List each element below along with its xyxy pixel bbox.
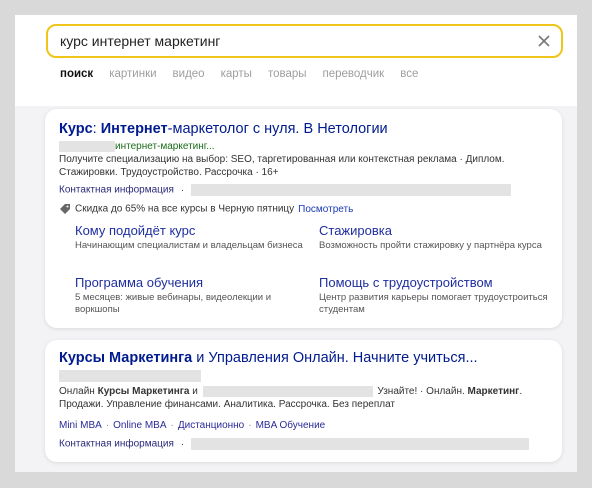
promo-row: Скидка до 65% на все курсы в Черную пятн… [59, 203, 353, 215]
quick-link[interactable]: Mini MBA [59, 420, 102, 431]
url-path: интернет-маркетинг... [115, 141, 215, 153]
tag-icon [60, 204, 70, 214]
contact-info-row: Контактная информация · [59, 184, 511, 196]
result-description: Онлайн Курсы Маркетинга и Узнайте! · Онл… [59, 386, 522, 411]
sitelink-description: Центр развития карьеры помогает трудоуст… [319, 292, 548, 315]
tab-all[interactable]: все [400, 68, 418, 88]
tab-video[interactable]: видео [173, 68, 205, 88]
promo-link[interactable]: Посмотреть [298, 204, 353, 215]
description-line: Стажировки. Трудоустройство. Рассрочка ·… [59, 166, 279, 178]
quick-link[interactable]: Дистанционно [178, 420, 244, 431]
title-bold-part: Интернет [100, 121, 168, 137]
tab-search[interactable]: поиск [60, 68, 93, 88]
sitelink[interactable]: Программа обучения 5 месяцев: живые веби… [75, 275, 305, 315]
sitelink[interactable]: Стажировка Возможность пройти стажировку… [319, 223, 549, 252]
search-query-text[interactable]: курс интернет маркетинг [60, 33, 220, 49]
title-part: -маркетолог с нуля. В Нетологии [167, 121, 388, 137]
result-url[interactable]: интернет-маркетинг... [59, 141, 215, 152]
search-results-page: курс интернет маркетинг поиск картинки в… [15, 15, 577, 472]
description-line: Продажи. Управление финансами. Аналитика… [59, 398, 396, 410]
title-bold-part: Курсы Маркетинга [59, 350, 193, 366]
title-part: : [92, 121, 101, 137]
close-icon[interactable] [535, 32, 553, 50]
search-result-card: Курс: Интернет-маркетолог с нуля. В Нето… [45, 109, 562, 328]
sitelink-title[interactable]: Помощь с трудоустройством [319, 275, 549, 290]
tab-products[interactable]: товары [268, 68, 307, 88]
text-part: Узнайте! · Онлайн. [377, 386, 468, 398]
separator: · [180, 438, 185, 450]
contact-info-row: Контактная информация · [59, 438, 529, 450]
sitelink[interactable]: Помощь с трудоустройством Центр развития… [319, 275, 549, 315]
sitelink-description: Начинающим специалистам и владельцам биз… [75, 240, 303, 251]
blurred-address [190, 184, 511, 196]
separator: · [180, 184, 185, 196]
search-header: курс интернет маркетинг поиск картинки в… [15, 15, 577, 106]
text-part: . [519, 386, 523, 398]
quick-link[interactable]: Online MBA [113, 420, 166, 431]
description-line: Онлайн Курсы Маркетинга и Узнайте! · Онл… [59, 386, 522, 399]
promo-text: Скидка до 65% на все курсы в Черную пятн… [75, 203, 295, 215]
blurred-domain [59, 141, 115, 152]
sitelink-description: 5 месяцев: живые вебинары, видеолекции и… [75, 292, 272, 315]
result-title-link[interactable]: Курсы Маркетинга и Управления Онлайн. На… [59, 350, 478, 366]
tab-images[interactable]: картинки [109, 68, 156, 88]
blurred-text [202, 386, 373, 397]
title-bold-part: Курс [59, 121, 93, 137]
sitelink-title[interactable]: Кому подойдёт курс [75, 223, 305, 238]
sitelink-title[interactable]: Стажировка [319, 223, 549, 238]
title-part: и Управления Онлайн. Начните учиться... [192, 350, 478, 366]
result-title-link[interactable]: Курс: Интернет-маркетолог с нуля. В Нето… [59, 121, 388, 137]
text-bold-part: Маркетинг [467, 386, 520, 398]
description-line: Получите специализацию на выбор: SEO, та… [59, 154, 505, 165]
blurred-domain [59, 370, 201, 382]
contact-info-link[interactable]: Контактная информация [59, 439, 174, 450]
tab-maps[interactable]: карты [221, 68, 252, 88]
text-part: и [189, 386, 198, 398]
search-tabs: поиск картинки видео карты товары перево… [60, 68, 434, 88]
text-part: Онлайн [59, 386, 98, 398]
quick-links: Mini MBA · Online MBA · Дистанционно · MBA Обу… [59, 420, 326, 431]
sitelink-title[interactable]: Программа обучения [75, 275, 305, 290]
search-result-card: Курсы Маркетинга и Управления Онлайн. На… [45, 340, 562, 462]
text-bold-part: Курсы Маркетинга [97, 386, 190, 398]
result-description: Получите специализацию на выбор: SEO, та… [59, 154, 505, 179]
contact-info-link[interactable]: Контактная информация [59, 185, 174, 196]
sitelink-description: Возможность пройти стажировку у партнёра… [319, 240, 542, 251]
blurred-address [190, 438, 529, 450]
search-input[interactable]: курс интернет маркетинг [46, 24, 563, 58]
quick-link[interactable]: MBA Обучение [256, 420, 326, 431]
tab-translator[interactable]: переводчик [323, 68, 385, 88]
result-url[interactable] [59, 370, 201, 382]
sitelink[interactable]: Кому подойдёт курс Начинающим специалист… [75, 223, 305, 252]
